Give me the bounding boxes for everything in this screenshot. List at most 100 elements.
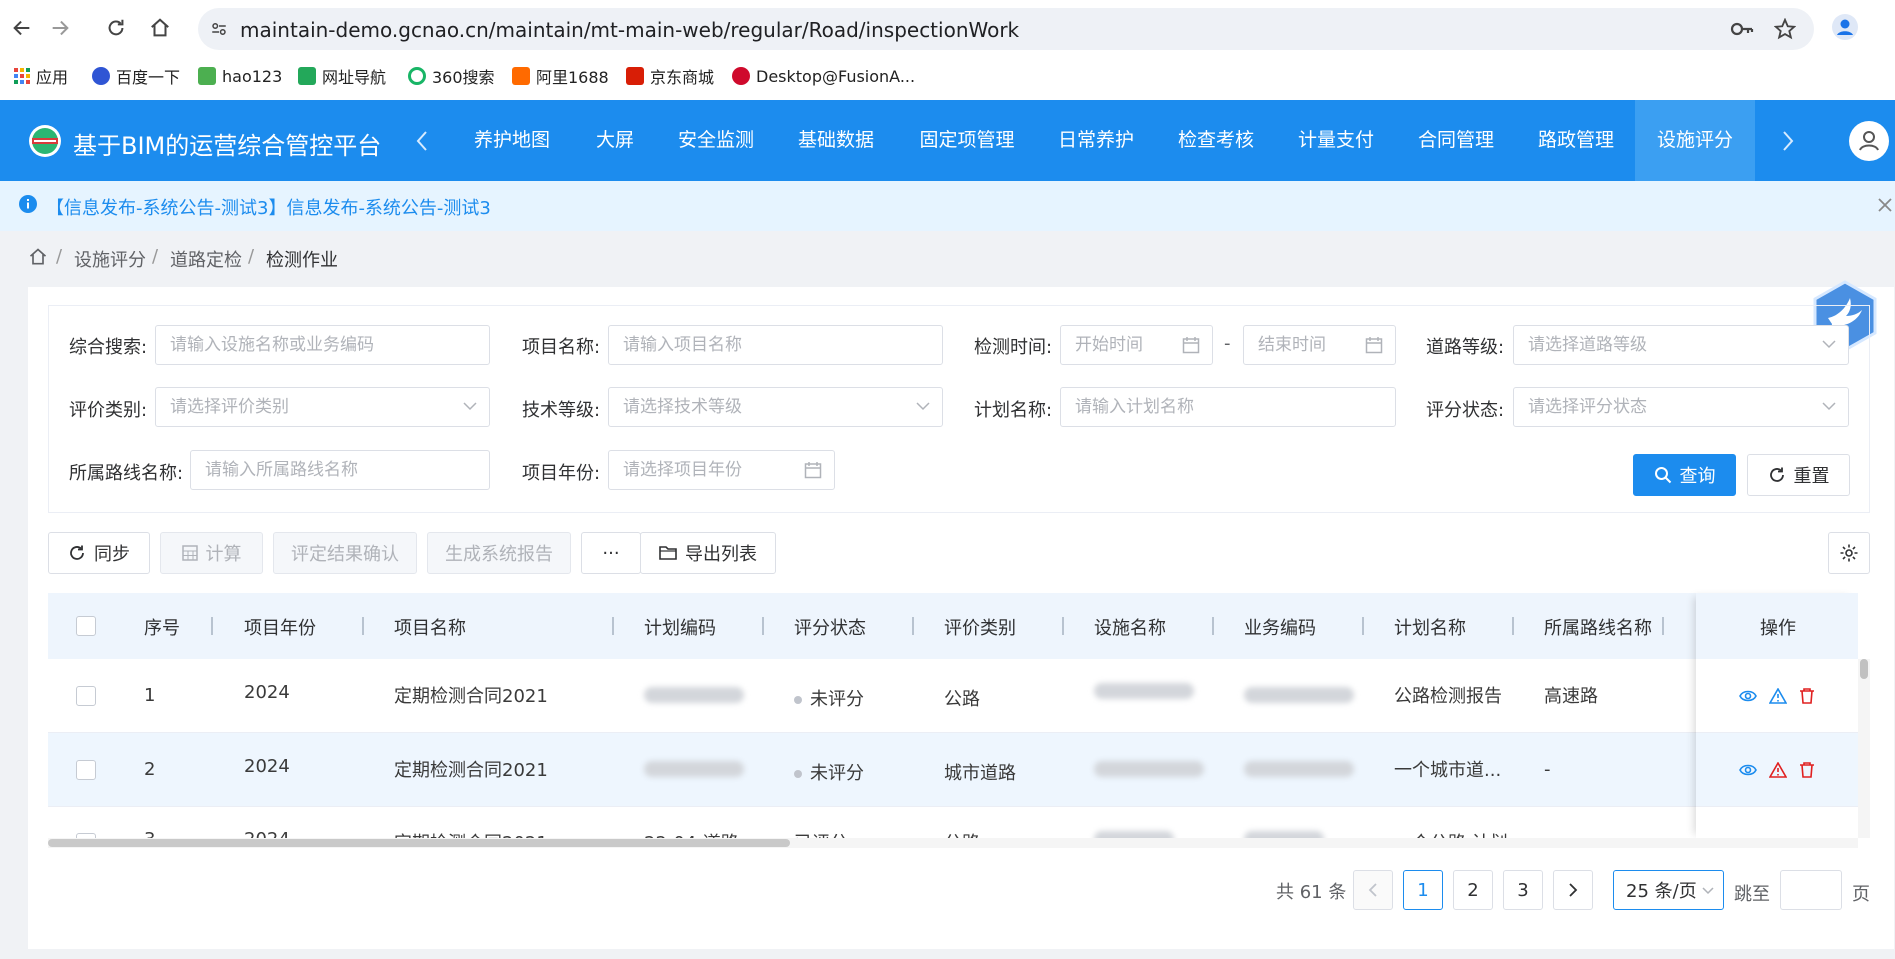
warning-icon[interactable] [1769, 762, 1787, 778]
warning-icon[interactable] [1769, 688, 1787, 704]
back-icon[interactable] [8, 14, 36, 42]
site-info-icon[interactable] [210, 20, 228, 38]
table-row-clipped[interactable]: 3 2024 定期检测合同2021 22-04-道路... 已评分 公路 一个公… [48, 807, 1858, 840]
nav-fixed[interactable]: 固定项管理 [912, 100, 1022, 181]
confirm-result-button[interactable]: 评定结果确认 [273, 532, 417, 574]
column-header: 计划编码 [644, 618, 716, 639]
project-year-picker[interactable]: 请选择项目年份 [608, 450, 835, 490]
home-icon[interactable] [28, 247, 48, 267]
breadcrumb-item[interactable]: 设施评分 [74, 246, 146, 272]
page-button[interactable]: 3 [1503, 870, 1543, 910]
column-separator[interactable] [211, 617, 213, 635]
nav-inspect[interactable]: 检查考核 [1170, 100, 1262, 181]
cell-project: 定期检测合同2021 [394, 686, 548, 707]
nav-contract[interactable]: 合同管理 [1410, 100, 1502, 181]
select-all-checkbox[interactable] [76, 616, 96, 636]
column-separator[interactable] [362, 617, 364, 635]
horizontal-scrollbar[interactable] [48, 838, 1858, 848]
query-button[interactable]: 查询 [1633, 454, 1736, 496]
start-date-input[interactable]: 开始时间 [1060, 325, 1213, 365]
vertical-scrollbar[interactable] [1858, 659, 1870, 838]
column-header: 业务编码 [1244, 618, 1316, 639]
notice-bar: 【信息发布-系统公告-测试3】信息发布-系统公告-测试3 [0, 181, 1895, 231]
column-separator[interactable] [762, 617, 764, 635]
column-separator[interactable] [1662, 617, 1664, 635]
close-icon[interactable] [1878, 198, 1892, 212]
column-separator[interactable] [912, 617, 914, 635]
export-label: 导出列表 [685, 544, 757, 565]
generate-report-button[interactable]: 生成系统报告 [427, 532, 571, 574]
select-placeholder: 请选择评价类别 [170, 397, 289, 417]
nav-safety[interactable]: 安全监测 [670, 100, 762, 181]
page-button[interactable]: 2 [1453, 870, 1493, 910]
nav-scroll-left[interactable] [415, 100, 455, 181]
bookmark-baidu[interactable]: 百度一下 [92, 64, 180, 88]
filter-label: 综合搜索: [69, 337, 148, 358]
project-name-input[interactable]: 请输入项目名称 [608, 325, 943, 365]
sync-button[interactable]: 同步 [48, 532, 150, 574]
nav-payment[interactable]: 计量支付 [1290, 100, 1382, 181]
eye-icon[interactable] [1739, 689, 1757, 703]
column-settings-button[interactable] [1828, 532, 1870, 574]
route-name-input[interactable]: 请输入所属路线名称 [190, 450, 490, 490]
row-checkbox[interactable] [76, 760, 96, 780]
nav-daily[interactable]: 日常养护 [1050, 100, 1142, 181]
address-bar[interactable]: maintain-demo.gcnao.cn/maintain/mt-main-… [198, 8, 1814, 50]
star-icon[interactable] [1774, 18, 1796, 40]
nav-basedata[interactable]: 基础数据 [790, 100, 882, 181]
road-level-select[interactable]: 请选择道路等级 [1513, 325, 1849, 365]
bookmark-jd[interactable]: 京东商城 [626, 64, 714, 88]
reload-icon[interactable] [102, 14, 130, 42]
page-button[interactable]: 1 [1403, 870, 1443, 910]
forward-icon[interactable] [46, 14, 74, 42]
profile-icon[interactable] [1832, 14, 1858, 40]
column-separator[interactable] [1062, 617, 1064, 635]
scrollbar-thumb[interactable] [48, 839, 790, 847]
row-checkbox[interactable] [76, 686, 96, 706]
column-separator[interactable] [612, 617, 614, 635]
reset-button[interactable]: 重置 [1747, 454, 1850, 496]
nav-scroll-right[interactable] [1768, 100, 1808, 181]
tech-level-select[interactable]: 请选择技术等级 [608, 387, 943, 427]
scrollbar-thumb[interactable] [1860, 659, 1868, 679]
column-separator[interactable] [1362, 617, 1364, 635]
page-size-select[interactable]: 25 条/页 [1613, 870, 1724, 910]
end-date-input[interactable]: 结束时间 [1243, 325, 1396, 365]
key-icon[interactable] [1730, 19, 1754, 39]
eye-icon[interactable] [1739, 763, 1757, 777]
refresh-icon [1769, 467, 1784, 482]
table-row[interactable]: 2 2024 定期检测合同2021 未评分 城市道路 一个城市道... - [48, 733, 1858, 807]
prev-page-button[interactable] [1353, 870, 1393, 910]
bookmark-nav[interactable]: 网址导航 [298, 64, 386, 88]
goto-page-input[interactable] [1780, 870, 1842, 910]
column-separator[interactable] [1512, 617, 1514, 635]
plan-name-input[interactable]: 请输入计划名称 [1060, 387, 1396, 427]
more-button[interactable]: ··· [581, 532, 641, 574]
calculate-button[interactable]: 计算 [160, 532, 263, 574]
table-row[interactable]: 1 2024 定期检测合同2021 未评分 公路 公路检测报告 高速路 [48, 659, 1858, 733]
query-label: 查询 [1679, 466, 1716, 487]
eval-type-select[interactable]: 请选择评价类别 [155, 387, 490, 427]
nav-facility-score[interactable]: 设施评分 [1635, 100, 1755, 181]
home-icon[interactable] [146, 14, 174, 42]
nav-roadadmin[interactable]: 路政管理 [1530, 100, 1622, 181]
bookmark-360[interactable]: 360搜索 [408, 64, 495, 88]
export-list-button[interactable]: 导出列表 [640, 532, 776, 574]
alibaba-icon [512, 67, 530, 85]
search-input[interactable]: 请输入设施名称或业务编码 [155, 325, 490, 365]
huawei-icon [732, 67, 750, 85]
bookmark-apps[interactable]: 应用 [14, 64, 68, 88]
bookmark-fusion[interactable]: Desktop@FusionA... [732, 64, 915, 88]
breadcrumb-item[interactable]: 道路定检 [170, 246, 242, 272]
trash-icon[interactable] [1799, 688, 1815, 704]
nav-bigscreen[interactable]: 大屏 [585, 100, 645, 181]
date-range-separator: - [1224, 333, 1231, 354]
column-separator[interactable] [1212, 617, 1214, 635]
score-status-select[interactable]: 请选择评分状态 [1513, 387, 1849, 427]
nav-map[interactable]: 养护地图 [466, 100, 558, 181]
user-avatar-icon[interactable] [1849, 121, 1889, 161]
bookmark-1688[interactable]: 阿里1688 [512, 64, 609, 88]
next-page-button[interactable] [1553, 870, 1593, 910]
trash-icon[interactable] [1799, 762, 1815, 778]
bookmark-hao123[interactable]: hao123 [198, 64, 282, 88]
